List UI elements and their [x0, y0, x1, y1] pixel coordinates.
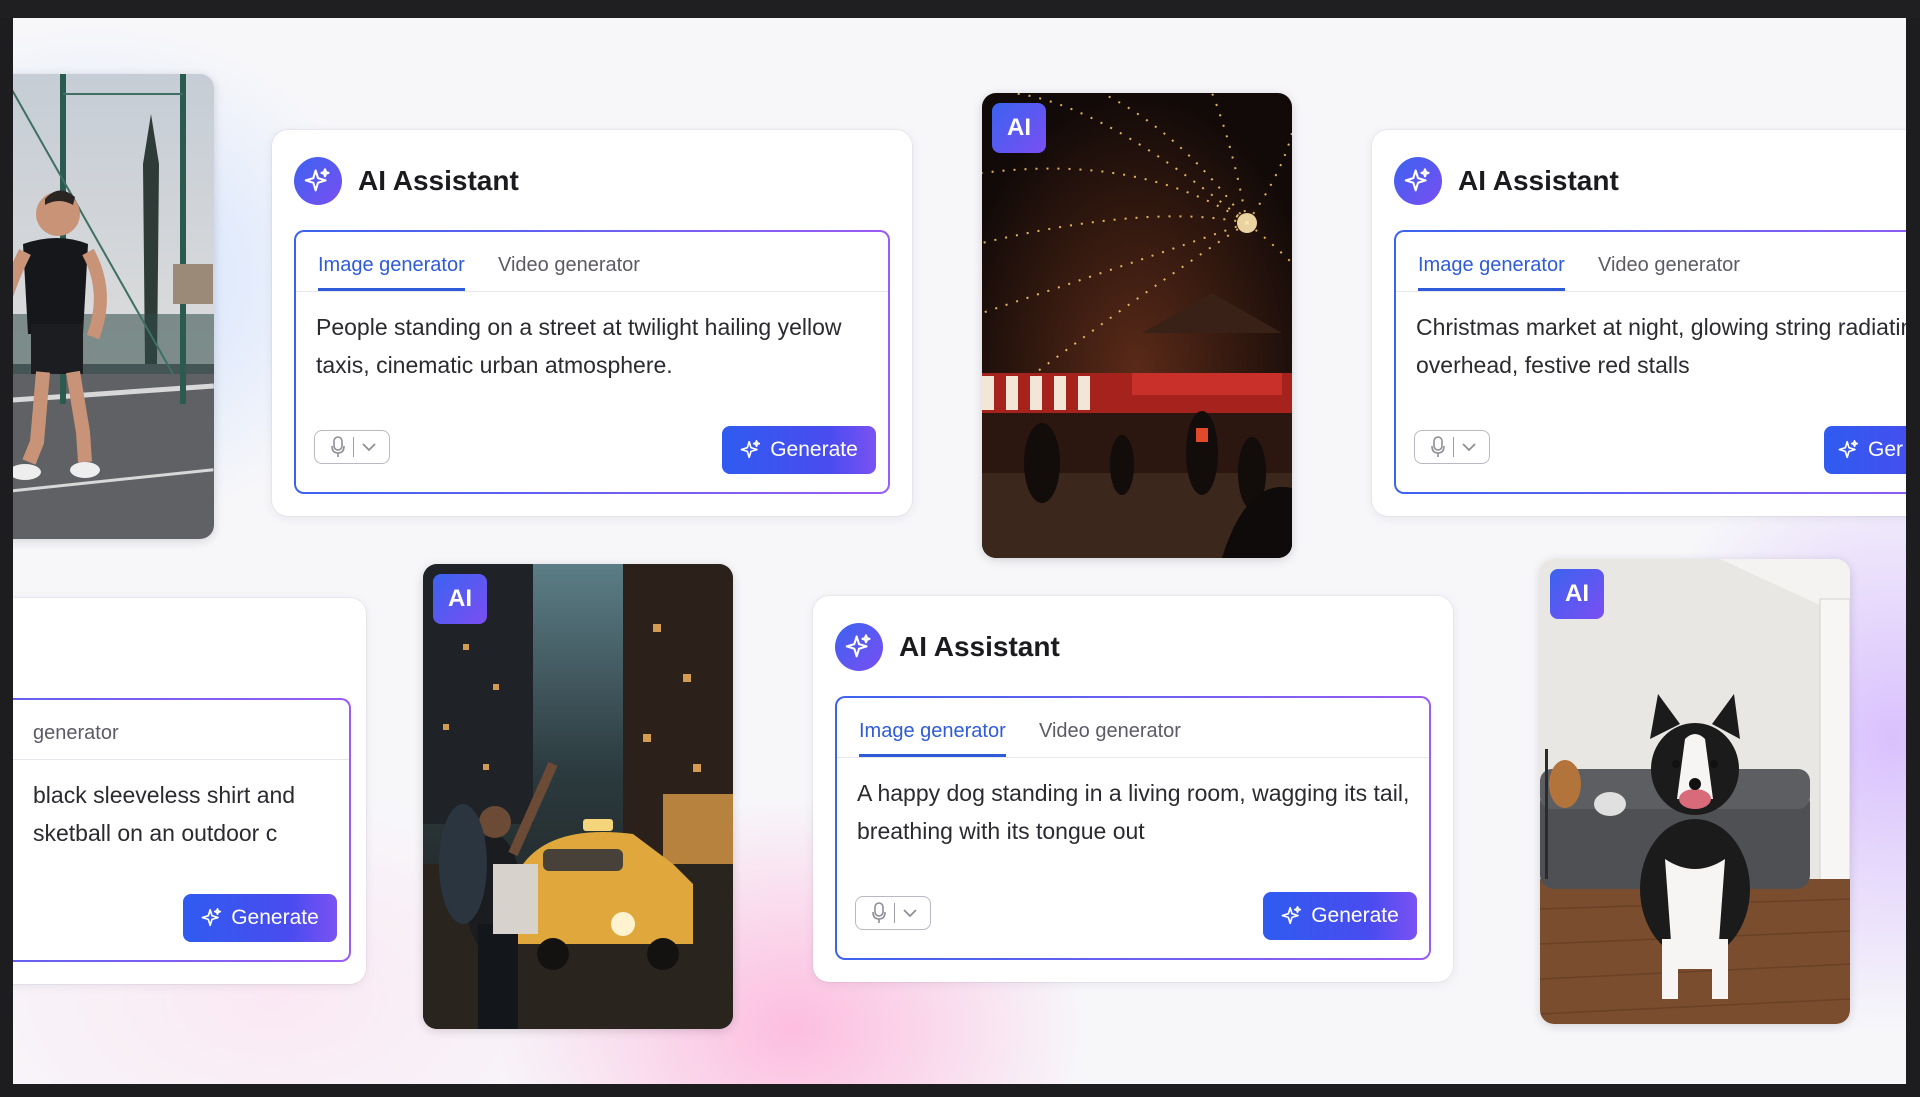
prompt-text[interactable]: A happy dog standing in a living room, w… [857, 774, 1417, 854]
photo-dog-living-room: AI [1540, 559, 1850, 1024]
microphone-dropdown[interactable] [314, 430, 390, 464]
microphone-dropdown[interactable] [1414, 430, 1490, 464]
card-header: AI Assistant [1394, 156, 1619, 206]
divider [1453, 437, 1454, 457]
prompt-text[interactable]: Christmas market at night, glowing strin… [1416, 308, 1906, 388]
generator-tabs: Image generator Video generator [1396, 232, 1906, 292]
ai-assistant-card-christmas: AI Assistant Image generator Video gener… [1372, 130, 1906, 516]
chevron-down-icon [362, 431, 382, 463]
sparkle-icon [835, 623, 883, 671]
tab-video-generator[interactable]: Video generator [1598, 254, 1740, 277]
tab-image-generator[interactable]: Image generator [859, 720, 1006, 757]
generate-button[interactable]: Generate [183, 894, 337, 942]
ai-assistant-card-basketball: generator black sleeveless shirt and ske… [13, 598, 366, 984]
sparkle-icon [294, 157, 342, 205]
chevron-down-icon [1462, 431, 1482, 463]
generate-label-partial: Ger [1868, 438, 1904, 461]
tab-video-generator[interactable]: generator [33, 722, 119, 745]
prompt-panel: generator black sleeveless shirt and ske… [13, 698, 351, 962]
assistant-title: AI Assistant [899, 631, 1060, 662]
basketball-photo-illustration [13, 74, 214, 539]
sparkle-icon [1838, 439, 1860, 461]
chevron-down-icon [903, 897, 923, 929]
taxi-street-illustration [423, 564, 733, 1029]
photo-basketball-player [13, 74, 214, 539]
generate-button[interactable]: Generate [722, 426, 876, 474]
prompt-panel: Image generator Video generator People s… [294, 230, 890, 494]
generate-button[interactable]: Ger [1824, 426, 1906, 474]
showcase-canvas: AI Assistant Image generator Video gener… [13, 18, 1906, 1084]
prompt-panel: Image generator Video generator A happy … [835, 696, 1431, 960]
photo-taxi-street: AI [423, 564, 733, 1029]
christmas-market-illustration [982, 93, 1292, 558]
microphone-icon [856, 897, 886, 929]
generator-tabs: generator [13, 700, 349, 760]
ai-assistant-card-dog: AI Assistant Image generator Video gener… [813, 596, 1453, 982]
assistant-title: AI Assistant [358, 165, 519, 196]
ai-badge: AI [992, 103, 1046, 153]
photo-christmas-market: AI [982, 93, 1292, 558]
generate-button[interactable]: Generate [1263, 892, 1417, 940]
generator-tabs: Image generator Video generator [837, 698, 1429, 758]
tab-video-generator[interactable]: Video generator [498, 254, 640, 277]
divider [353, 437, 354, 457]
tab-image-generator[interactable]: Image generator [1418, 254, 1565, 291]
card-header: AI Assistant [294, 156, 519, 206]
microphone-icon [1415, 431, 1445, 463]
divider [894, 903, 895, 923]
assistant-title: AI Assistant [1458, 165, 1619, 196]
generate-label: Generate [231, 906, 319, 929]
generator-tabs: Image generator Video generator [296, 232, 888, 292]
sparkle-icon [1394, 157, 1442, 205]
ai-badge: AI [1550, 569, 1604, 619]
sparkle-icon [740, 439, 762, 461]
prompt-panel: Image generator Video generator Christma… [1394, 230, 1906, 494]
ai-badge: AI [433, 574, 487, 624]
tab-image-generator[interactable]: Image generator [318, 254, 465, 291]
tab-video-generator[interactable]: Video generator [1039, 720, 1181, 743]
prompt-line: black sleeveless shirt and [33, 782, 296, 808]
generate-label: Generate [1311, 904, 1399, 927]
card-header: AI Assistant [835, 622, 1060, 672]
sparkle-icon [201, 907, 223, 929]
microphone-icon [315, 431, 345, 463]
microphone-dropdown[interactable] [855, 896, 931, 930]
prompt-text[interactable]: People standing on a street at twilight … [316, 308, 864, 388]
sparkle-icon [1281, 905, 1303, 927]
prompt-line: sketball on an outdoor c [33, 820, 278, 846]
ai-assistant-card-taxi: AI Assistant Image generator Video gener… [272, 130, 912, 516]
prompt-text[interactable]: black sleeveless shirt and sketball on a… [33, 776, 333, 856]
window-top-bar [0, 0, 1920, 18]
dog-living-room-illustration [1540, 559, 1850, 1024]
generate-label: Generate [770, 438, 858, 461]
